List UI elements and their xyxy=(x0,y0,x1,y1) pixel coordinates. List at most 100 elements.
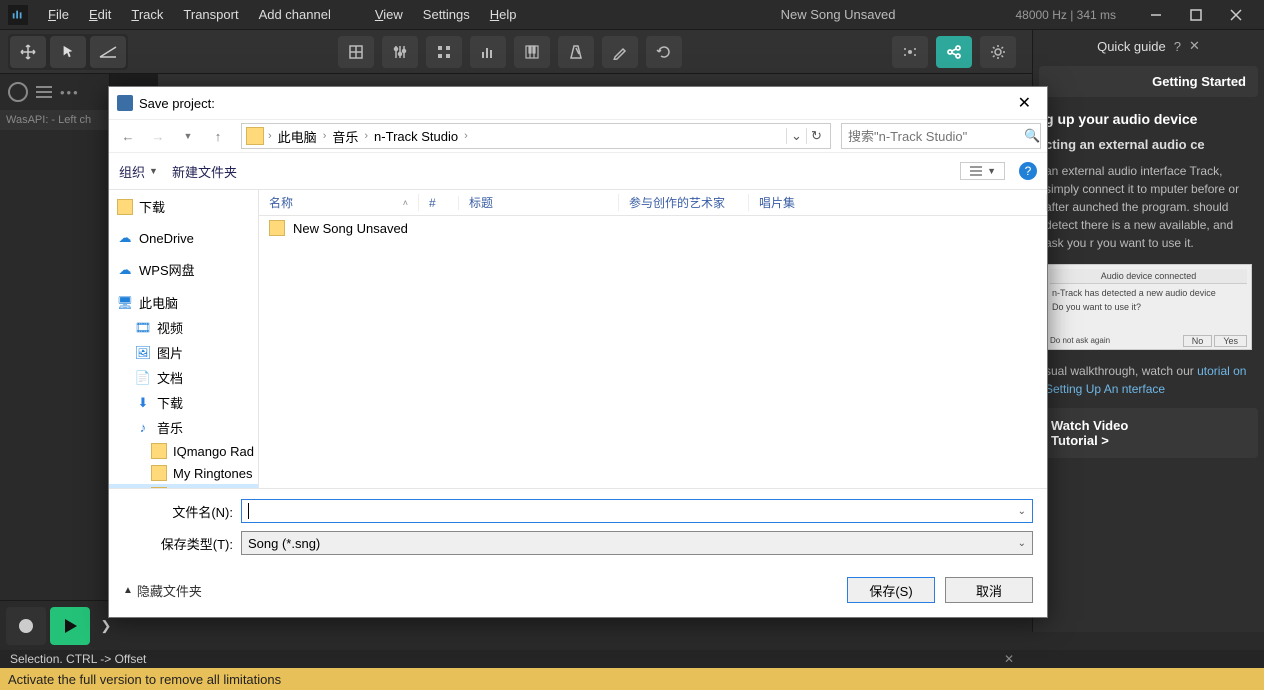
tree-thispc[interactable]: 🖥此电脑 xyxy=(109,290,258,315)
tree-downloads[interactable]: ⬇下载 xyxy=(109,390,258,415)
tree-music[interactable]: ♪音乐 xyxy=(109,415,258,440)
file-name: New Song Unsaved xyxy=(293,221,408,236)
hide-folders-toggle[interactable]: ▲隐藏文件夹 xyxy=(123,581,202,600)
folder-icon xyxy=(269,220,285,236)
menu-track[interactable]: Track xyxy=(121,3,173,26)
tool-pads[interactable] xyxy=(426,36,462,68)
close-panel-icon[interactable]: ✕ xyxy=(1189,38,1200,54)
tree-iqmango[interactable]: IQmango Rad xyxy=(109,440,258,462)
tree-documents[interactable]: 📄文档 xyxy=(109,365,258,390)
tool-mixer[interactable] xyxy=(382,36,418,68)
folder-icon xyxy=(246,127,264,145)
menu-edit[interactable]: Edit xyxy=(79,3,121,26)
tree-pictures[interactable]: 🖼图片 xyxy=(109,340,258,365)
tool-pencil[interactable] xyxy=(602,36,638,68)
nav-forward-button[interactable]: → xyxy=(145,123,171,149)
tool-pointer[interactable] xyxy=(50,36,86,68)
watch-video-button[interactable]: Watch Video Tutorial > xyxy=(1039,408,1258,458)
view-mode-button[interactable]: ▼ xyxy=(960,162,1005,180)
new-folder-button[interactable]: 新建文件夹 xyxy=(172,162,237,181)
col-title[interactable]: 标题 xyxy=(459,194,619,211)
guide-sub-title: cting an external audio ce xyxy=(1033,131,1264,158)
dialog-toolbar: 组织 ▼ 新建文件夹 ▼ ? xyxy=(109,153,1047,189)
cancel-button[interactable]: 取消 xyxy=(945,577,1033,603)
file-list[interactable]: 名称˄ # 标题 参与创作的艺术家 唱片集 New Song Unsaved xyxy=(259,190,1047,488)
status-left: Selection. CTRL -> Offset xyxy=(10,652,146,666)
nav-up-button[interactable]: ↑ xyxy=(205,123,231,149)
tool-eq[interactable] xyxy=(470,36,506,68)
dialog-close-button[interactable]: ✕ xyxy=(1010,91,1039,115)
tree-onedrive[interactable]: ☁OneDrive xyxy=(109,227,258,249)
crumb-music[interactable]: 音乐 xyxy=(328,127,362,146)
tool-settings[interactable] xyxy=(980,36,1016,68)
window-maximize[interactable] xyxy=(1176,0,1216,30)
menu-bar: File Edit Track Transport Add channel Vi… xyxy=(0,0,1264,30)
dialog-titlebar: Save project: ✕ xyxy=(109,87,1047,119)
file-row[interactable]: New Song Unsaved xyxy=(259,216,1047,240)
col-album[interactable]: 唱片集 xyxy=(749,194,1047,211)
col-name[interactable]: 名称˄ xyxy=(259,194,419,211)
tool-move[interactable] xyxy=(10,36,46,68)
crumb-thispc[interactable]: 此电脑 xyxy=(274,127,321,146)
window-title: New Song Unsaved xyxy=(781,7,896,22)
tool-piano[interactable] xyxy=(514,36,550,68)
activate-banner[interactable]: Activate the full version to remove all … xyxy=(0,668,1264,690)
menu-icon[interactable] xyxy=(36,86,52,98)
search-input[interactable] xyxy=(848,129,1024,144)
breadcrumb-refresh[interactable]: ↻ xyxy=(806,128,826,144)
record-arm-icon[interactable] xyxy=(8,82,28,102)
folder-tree[interactable]: 下载 ☁OneDrive ☁WPS网盘 🖥此电脑 🎞视频 🖼图片 📄文档 ⬇下载… xyxy=(109,190,259,488)
save-button[interactable]: 保存(S) xyxy=(847,577,935,603)
tool-metronome[interactable] xyxy=(558,36,594,68)
menu-add-channel[interactable]: Add channel xyxy=(249,3,341,26)
menu-view[interactable]: View xyxy=(365,3,413,26)
guide-image: Audio device connected n-Track has detec… xyxy=(1045,264,1252,350)
tree-wps[interactable]: ☁WPS网盘 xyxy=(109,257,258,282)
tool-loop[interactable] xyxy=(646,36,682,68)
track-input-label[interactable]: WasAPI: - Left ch xyxy=(0,110,109,130)
status-close-icon[interactable]: ✕ xyxy=(1004,652,1014,666)
getting-started-badge[interactable]: Getting Started xyxy=(1039,66,1258,97)
filename-input[interactable]: ⌄ xyxy=(241,499,1033,523)
tree-ringtones[interactable]: My Ringtones xyxy=(109,462,258,484)
guide-body: an external audio interface Track, simpl… xyxy=(1033,158,1264,256)
column-headers: 名称˄ # 标题 参与创作的艺术家 唱片集 xyxy=(259,190,1047,216)
breadcrumb-dropdown[interactable]: ⌄ xyxy=(786,128,806,144)
search-box[interactable]: 🔍 xyxy=(841,123,1041,149)
tracks-panel: ••• WasAPI: - Left ch xyxy=(0,74,110,632)
tree-video[interactable]: 🎞视频 xyxy=(109,315,258,340)
nav-back-button[interactable]: ← xyxy=(115,123,141,149)
menu-help[interactable]: Help xyxy=(480,3,527,26)
tool-share[interactable] xyxy=(936,36,972,68)
dialog-footer-inputs: 文件名(N): ⌄ 保存类型(T): Song (*.sng) ⌄ xyxy=(109,488,1047,569)
search-icon[interactable]: 🔍 xyxy=(1024,128,1040,144)
tool-envelope[interactable] xyxy=(90,36,126,68)
col-num[interactable]: # xyxy=(419,196,459,210)
audio-rate-label: 48000 Hz | 341 ms xyxy=(1015,8,1116,22)
menu-transport[interactable]: Transport xyxy=(173,3,248,26)
breadcrumb[interactable]: › 此电脑 › 音乐 › n-Track Studio › ⌄↻ xyxy=(241,123,831,149)
play-button[interactable] xyxy=(50,607,90,645)
filetype-label: 保存类型(T): xyxy=(123,534,233,553)
status-bar: Selection. CTRL -> Offset ✕ xyxy=(0,650,1264,668)
tree-downloads-quick[interactable]: 下载 xyxy=(109,194,258,219)
col-artist[interactable]: 参与创作的艺术家 xyxy=(619,194,749,211)
filename-dropdown[interactable]: ⌄ xyxy=(1018,506,1026,517)
filetype-dropdown[interactable]: ⌄ xyxy=(1018,538,1026,549)
menu-settings[interactable]: Settings xyxy=(413,3,480,26)
record-button[interactable] xyxy=(6,607,46,645)
crumb-ntrack[interactable]: n-Track Studio xyxy=(370,129,462,144)
guide-walkthrough: sual walkthrough, watch our utorial on S… xyxy=(1033,358,1264,402)
nav-recent-dropdown[interactable]: ▼ xyxy=(175,123,201,149)
filetype-select[interactable]: Song (*.sng) ⌄ xyxy=(241,531,1033,555)
help-icon[interactable]: ? xyxy=(1174,39,1181,54)
menu-file[interactable]: File xyxy=(38,3,79,26)
tool-effects[interactable] xyxy=(892,36,928,68)
tool-grid[interactable] xyxy=(338,36,374,68)
more-icon[interactable]: ••• xyxy=(60,85,80,100)
window-minimize[interactable] xyxy=(1136,0,1176,30)
window-close[interactable] xyxy=(1216,0,1256,30)
organize-button[interactable]: 组织 ▼ xyxy=(119,162,158,181)
dialog-help-button[interactable]: ? xyxy=(1019,162,1037,180)
dialog-title: Save project: xyxy=(139,96,215,111)
